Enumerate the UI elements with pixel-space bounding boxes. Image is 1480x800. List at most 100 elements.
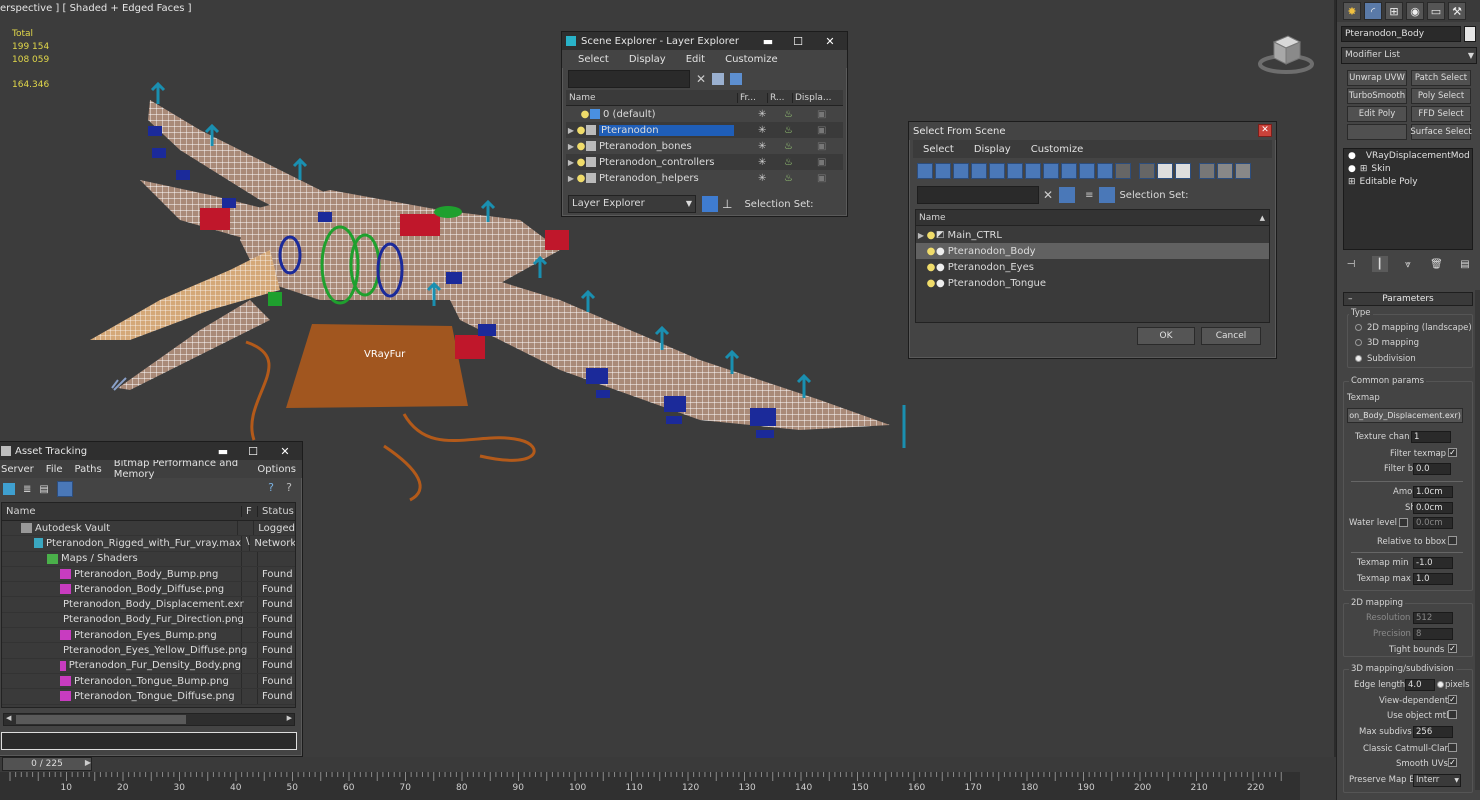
- expand-arrow-icon[interactable]: ▶: [566, 174, 576, 183]
- poly-select-button[interactable]: Poly Select: [1411, 88, 1471, 104]
- filter-selected-icon[interactable]: [1059, 187, 1076, 203]
- lightbulb-icon[interactable]: ●: [576, 173, 586, 184]
- render-teapot-icon[interactable]: ♨: [784, 109, 793, 120]
- explorer-type-dropdown[interactable]: Layer Explorer ▼: [568, 195, 696, 213]
- layer-row[interactable]: ● 0 (default) ✳ ♨ ▣: [566, 106, 843, 122]
- edit-poly-button[interactable]: Edit Poly: [1347, 106, 1407, 122]
- scrollbar-thumb[interactable]: [16, 715, 186, 724]
- configure-sets-icon[interactable]: ▤: [1457, 256, 1473, 272]
- column-name[interactable]: Name: [566, 92, 738, 103]
- type-radio-3d[interactable]: [1355, 339, 1362, 346]
- asset-row[interactable]: Pteranodon_Body_Fur_Direction.png Found: [2, 612, 295, 629]
- object-name-field[interactable]: Pteranodon_Body: [1341, 26, 1461, 42]
- view-dependent-checkbox[interactable]: ✓: [1448, 695, 1457, 704]
- select-list-column-header[interactable]: Name ▲: [916, 210, 1269, 226]
- lightbulb-icon[interactable]: ●: [576, 125, 586, 136]
- scene-explorer-search-input[interactable]: [568, 70, 690, 88]
- lightbulb-icon[interactable]: ●: [926, 246, 936, 257]
- render-teapot-icon[interactable]: ♨: [784, 173, 793, 184]
- create-tab-icon[interactable]: ✸: [1343, 2, 1361, 20]
- filter-blur-spinner[interactable]: 0.0: [1413, 463, 1451, 475]
- minimize-button[interactable]: ▬: [753, 32, 783, 50]
- scroll-right-icon[interactable]: ▶: [287, 714, 292, 722]
- display-box-icon[interactable]: ▣: [817, 141, 826, 152]
- lightbulb-icon[interactable]: ●: [1348, 164, 1356, 174]
- water-level-checkbox[interactable]: [1399, 518, 1408, 527]
- texmap-max-spinner[interactable]: 1.0: [1413, 573, 1453, 585]
- scene-explorer-titlebar[interactable]: Scene Explorer - Layer Explorer ▬ ☐ ✕: [562, 32, 847, 50]
- max-subdivs-spinner[interactable]: 256: [1413, 726, 1453, 738]
- display-helpers-icon[interactable]: [989, 163, 1005, 179]
- display-bones-icon[interactable]: [1061, 163, 1077, 179]
- render-teapot-icon[interactable]: ♨: [784, 157, 793, 168]
- maximize-button[interactable]: ☐: [238, 442, 268, 460]
- ok-button[interactable]: OK: [1137, 327, 1195, 345]
- help-context-icon[interactable]: ?: [286, 481, 292, 494]
- filter-icon[interactable]: [712, 73, 725, 85]
- display-all-icon[interactable]: [1139, 163, 1155, 179]
- asset-path-field[interactable]: [1, 732, 297, 750]
- lightbulb-icon[interactable]: ●: [580, 109, 590, 120]
- column-render[interactable]: R...: [768, 92, 793, 103]
- display-box-icon[interactable]: ▣: [817, 109, 826, 120]
- help-icon[interactable]: ?: [268, 481, 274, 494]
- layer-row[interactable]: ▶ ● Pteranodon_bones ✳ ♨ ▣: [566, 138, 843, 154]
- asset-row[interactable]: Pteranodon_Eyes_Yellow_Diffuse.png Found: [2, 643, 295, 659]
- layers-icon[interactable]: ≡: [1085, 190, 1093, 201]
- pixels-radio[interactable]: [1437, 681, 1444, 688]
- object-row[interactable]: ▶ ● ◩ Main_CTRL: [916, 227, 1269, 243]
- layers-icon[interactable]: [730, 73, 743, 85]
- asset-row[interactable]: Pteranodon_Eyes_Bump.png Found: [2, 628, 295, 644]
- close-button[interactable]: ✕: [268, 442, 302, 460]
- expand-plus-icon[interactable]: ⊞: [1348, 177, 1356, 187]
- lightbulb-icon[interactable]: ●: [926, 278, 936, 289]
- hierarchy-icon[interactable]: ⊥: [722, 197, 732, 211]
- classic-catmull-clark-checkbox[interactable]: [1448, 743, 1457, 752]
- menu-server[interactable]: Server: [0, 464, 40, 475]
- layer-row[interactable]: ▶ ● Pteranodon ✳ ♨ ▣: [566, 122, 843, 138]
- close-button[interactable]: ✕: [813, 32, 847, 50]
- remove-modifier-icon[interactable]: 🗑: [1429, 256, 1445, 272]
- empty-modifier-button[interactable]: [1347, 124, 1407, 140]
- surface-select-button[interactable]: Surface Select: [1410, 124, 1472, 140]
- panel-scrollbar[interactable]: [1475, 290, 1480, 790]
- expand-arrow-icon[interactable]: ▶: [566, 126, 576, 135]
- asset-tracking-titlebar[interactable]: Asset Tracking ▬ ☐ ✕: [0, 442, 302, 460]
- freeze-icon[interactable]: ✳: [758, 173, 766, 184]
- menu-display[interactable]: Display: [964, 144, 1021, 155]
- column-frozen[interactable]: Fr...: [738, 92, 768, 103]
- display-invert-icon[interactable]: [1175, 163, 1191, 179]
- texmap-min-spinner[interactable]: -1.0: [1413, 557, 1453, 569]
- expand-arrow-icon[interactable]: ▶: [566, 158, 576, 167]
- tight-bounds-checkbox[interactable]: ✓: [1448, 644, 1457, 653]
- menu-display[interactable]: Display: [619, 54, 676, 65]
- turbosmooth-button[interactable]: TurboSmooth: [1347, 88, 1407, 104]
- display-frozen-icon[interactable]: [1097, 163, 1113, 179]
- unwrap-uvw-button[interactable]: Unwrap UVW: [1347, 70, 1407, 86]
- smooth-uvs-checkbox[interactable]: ✓: [1448, 758, 1457, 767]
- menu-select[interactable]: Select: [568, 54, 619, 65]
- edge-length-spinner[interactable]: 4.0: [1405, 679, 1435, 691]
- filter-options-icon[interactable]: [1217, 163, 1233, 179]
- menu-select[interactable]: Select: [913, 144, 964, 155]
- stack-item[interactable]: ● ⊞ Skin: [1344, 162, 1472, 175]
- texmap-button[interactable]: on_Body_Displacement.exr): [1347, 408, 1463, 423]
- lightbulb-icon[interactable]: ●: [576, 141, 586, 152]
- selection-set-icon[interactable]: [1099, 187, 1116, 203]
- render-teapot-icon[interactable]: ♨: [784, 141, 793, 152]
- object-row[interactable]: ● ● Pteranodon_Tongue: [916, 275, 1269, 291]
- object-row[interactable]: ● ● Pteranodon_Body: [916, 243, 1269, 259]
- expand-plus-icon[interactable]: ⊞: [1360, 164, 1368, 174]
- next-frame-icon[interactable]: ▶: [82, 758, 94, 770]
- asset-row[interactable]: Maps / Shaders: [2, 551, 295, 567]
- lightbulb-icon[interactable]: ●: [576, 157, 586, 168]
- asset-row[interactable]: Pteranodon_Body_Diffuse.png Found: [2, 582, 295, 598]
- column-display[interactable]: Displa...: [793, 93, 833, 103]
- display-geometry-icon[interactable]: [917, 163, 933, 179]
- ffd-select-button[interactable]: FFD Select: [1411, 106, 1471, 122]
- modify-tab-icon[interactable]: ◜: [1364, 2, 1382, 20]
- freeze-icon[interactable]: ✳: [758, 109, 766, 120]
- display-box-icon[interactable]: ▣: [817, 173, 826, 184]
- motion-tab-icon[interactable]: ◉: [1406, 2, 1424, 20]
- pin-stack-icon[interactable]: ⊣: [1343, 256, 1359, 272]
